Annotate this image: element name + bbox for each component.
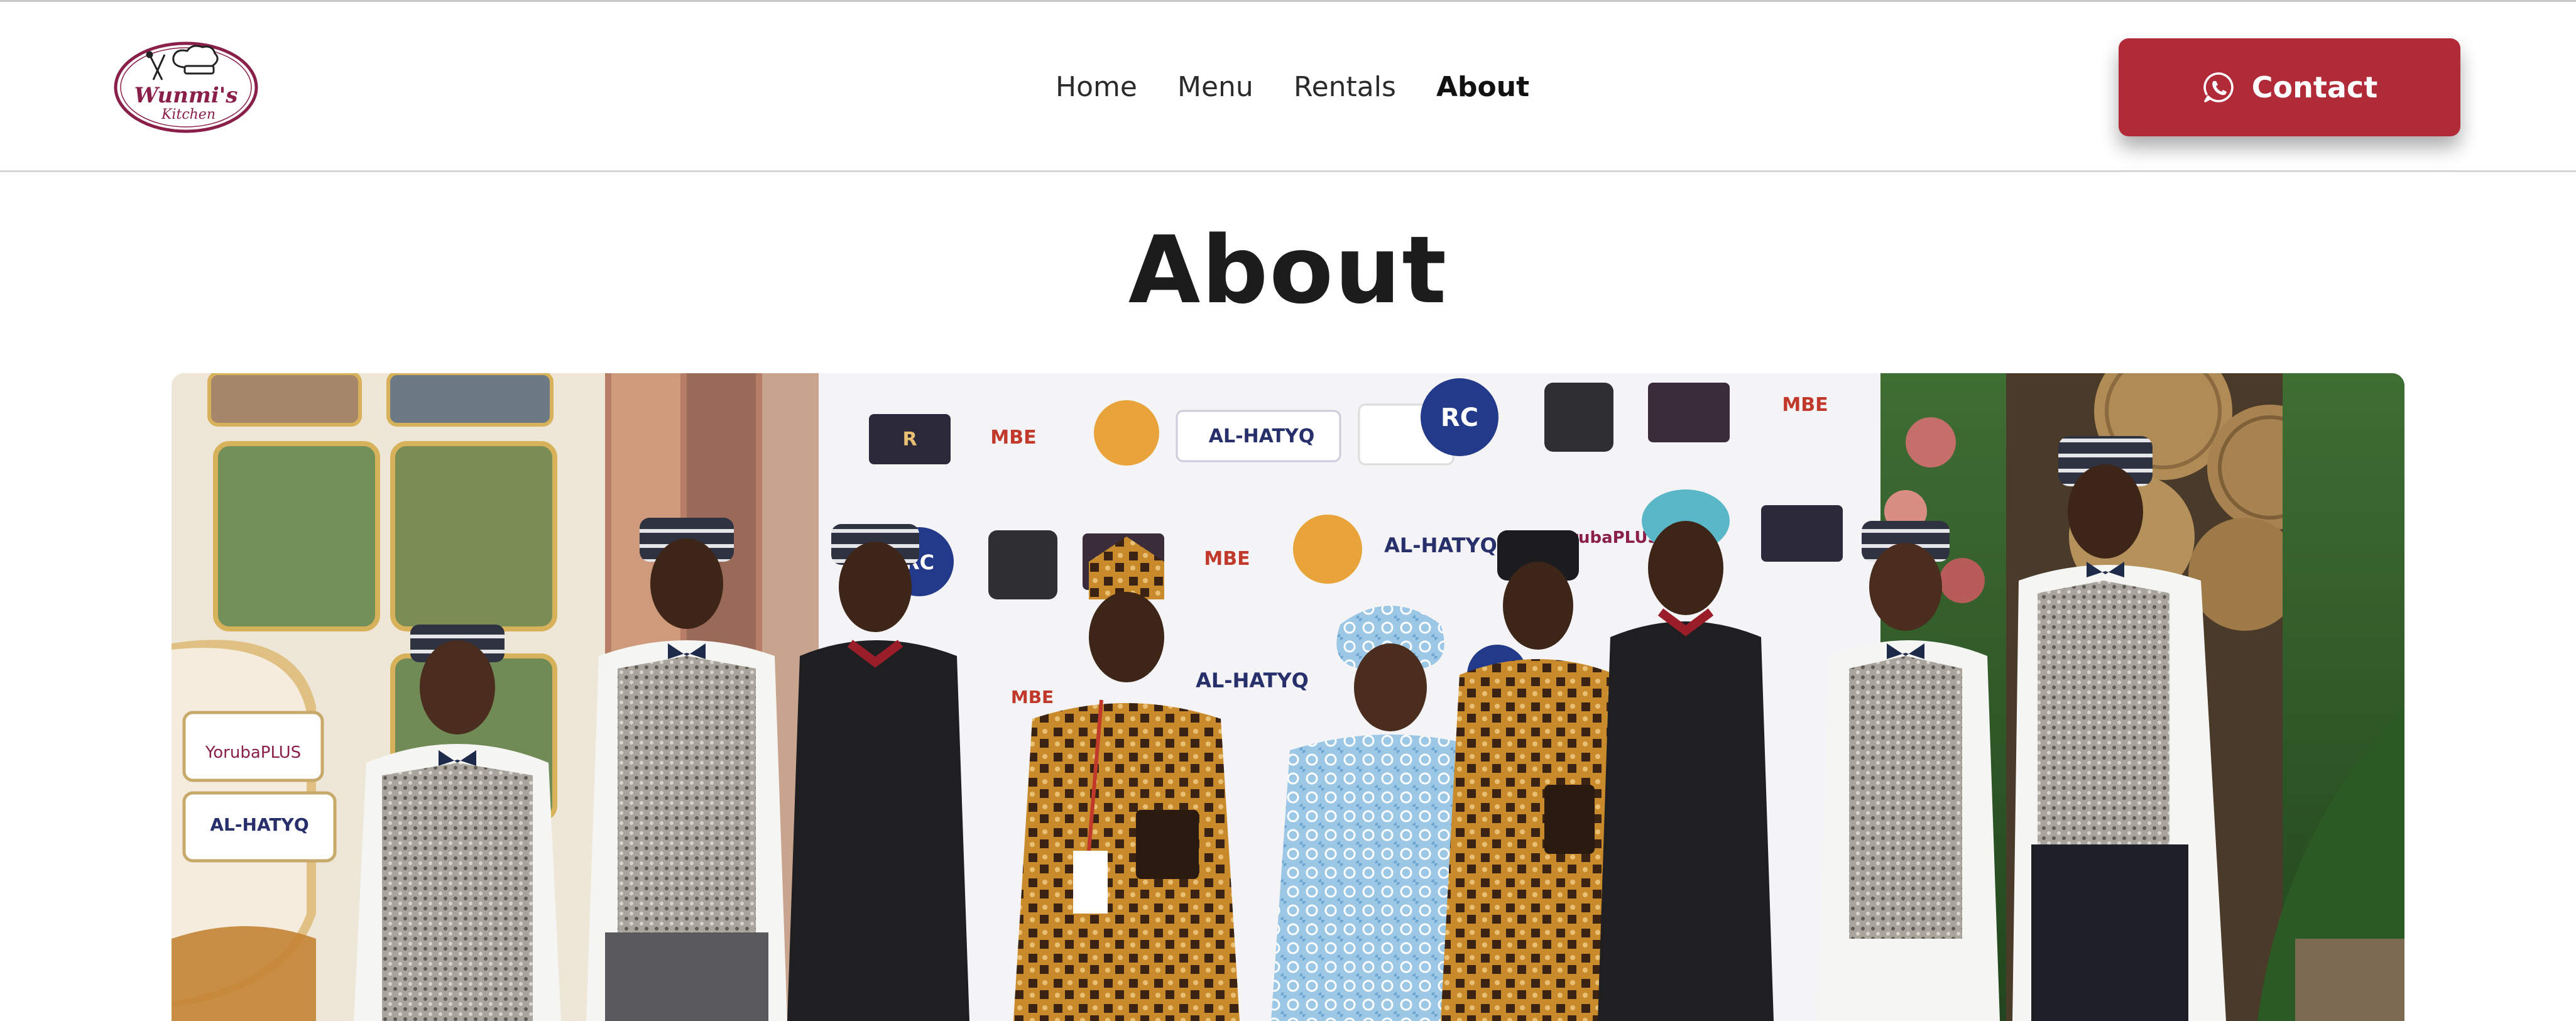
svg-text:MBE: MBE <box>1204 548 1250 570</box>
site-header: Wunmi's Kitchen Home Menu Rentals About … <box>0 0 2576 172</box>
svg-text:Wunmi's: Wunmi's <box>134 83 238 108</box>
nav-link-home[interactable]: Home <box>1056 68 1177 106</box>
svg-text:R: R <box>902 429 917 450</box>
page-title: About <box>1128 216 1448 324</box>
backdrop-logo-alhatyq: AL-HATYQ <box>210 814 308 835</box>
svg-text:Kitchen: Kitchen <box>161 107 216 123</box>
svg-text:AL-HATYQ: AL-HATYQ <box>1209 425 1314 447</box>
svg-text:RC: RC <box>1441 403 1478 432</box>
team-photo: YorubaPLUS AL-HATYQ R MBE AL-HATYQ RC MB… <box>172 373 2404 1021</box>
svg-text:MBE: MBE <box>990 427 1036 449</box>
svg-text:MBE: MBE <box>1011 687 1054 707</box>
nav-link-menu[interactable]: Menu <box>1177 68 1294 106</box>
whatsapp-icon <box>2203 72 2234 102</box>
main-nav: Home Menu Rentals About <box>1056 68 1529 106</box>
nav-link-about[interactable]: About <box>1436 68 1529 106</box>
logo[interactable]: Wunmi's Kitchen <box>113 41 259 134</box>
nav-link-rentals[interactable]: Rentals <box>1294 68 1436 106</box>
contact-button[interactable]: Contact <box>2119 38 2460 136</box>
svg-text:AL-HATYQ: AL-HATYQ <box>1196 669 1309 692</box>
backdrop-logo-yorubaplus: YorubaPLUS <box>205 743 301 762</box>
contact-button-label: Contact <box>2251 70 2378 104</box>
logo-mark: Wunmi's Kitchen <box>114 41 258 133</box>
hero-photo: YorubaPLUS AL-HATYQ R MBE AL-HATYQ RC MB… <box>172 373 2404 1021</box>
svg-text:AL-HATYQ: AL-HATYQ <box>1384 533 1497 557</box>
svg-text:MBE: MBE <box>1782 394 1828 416</box>
